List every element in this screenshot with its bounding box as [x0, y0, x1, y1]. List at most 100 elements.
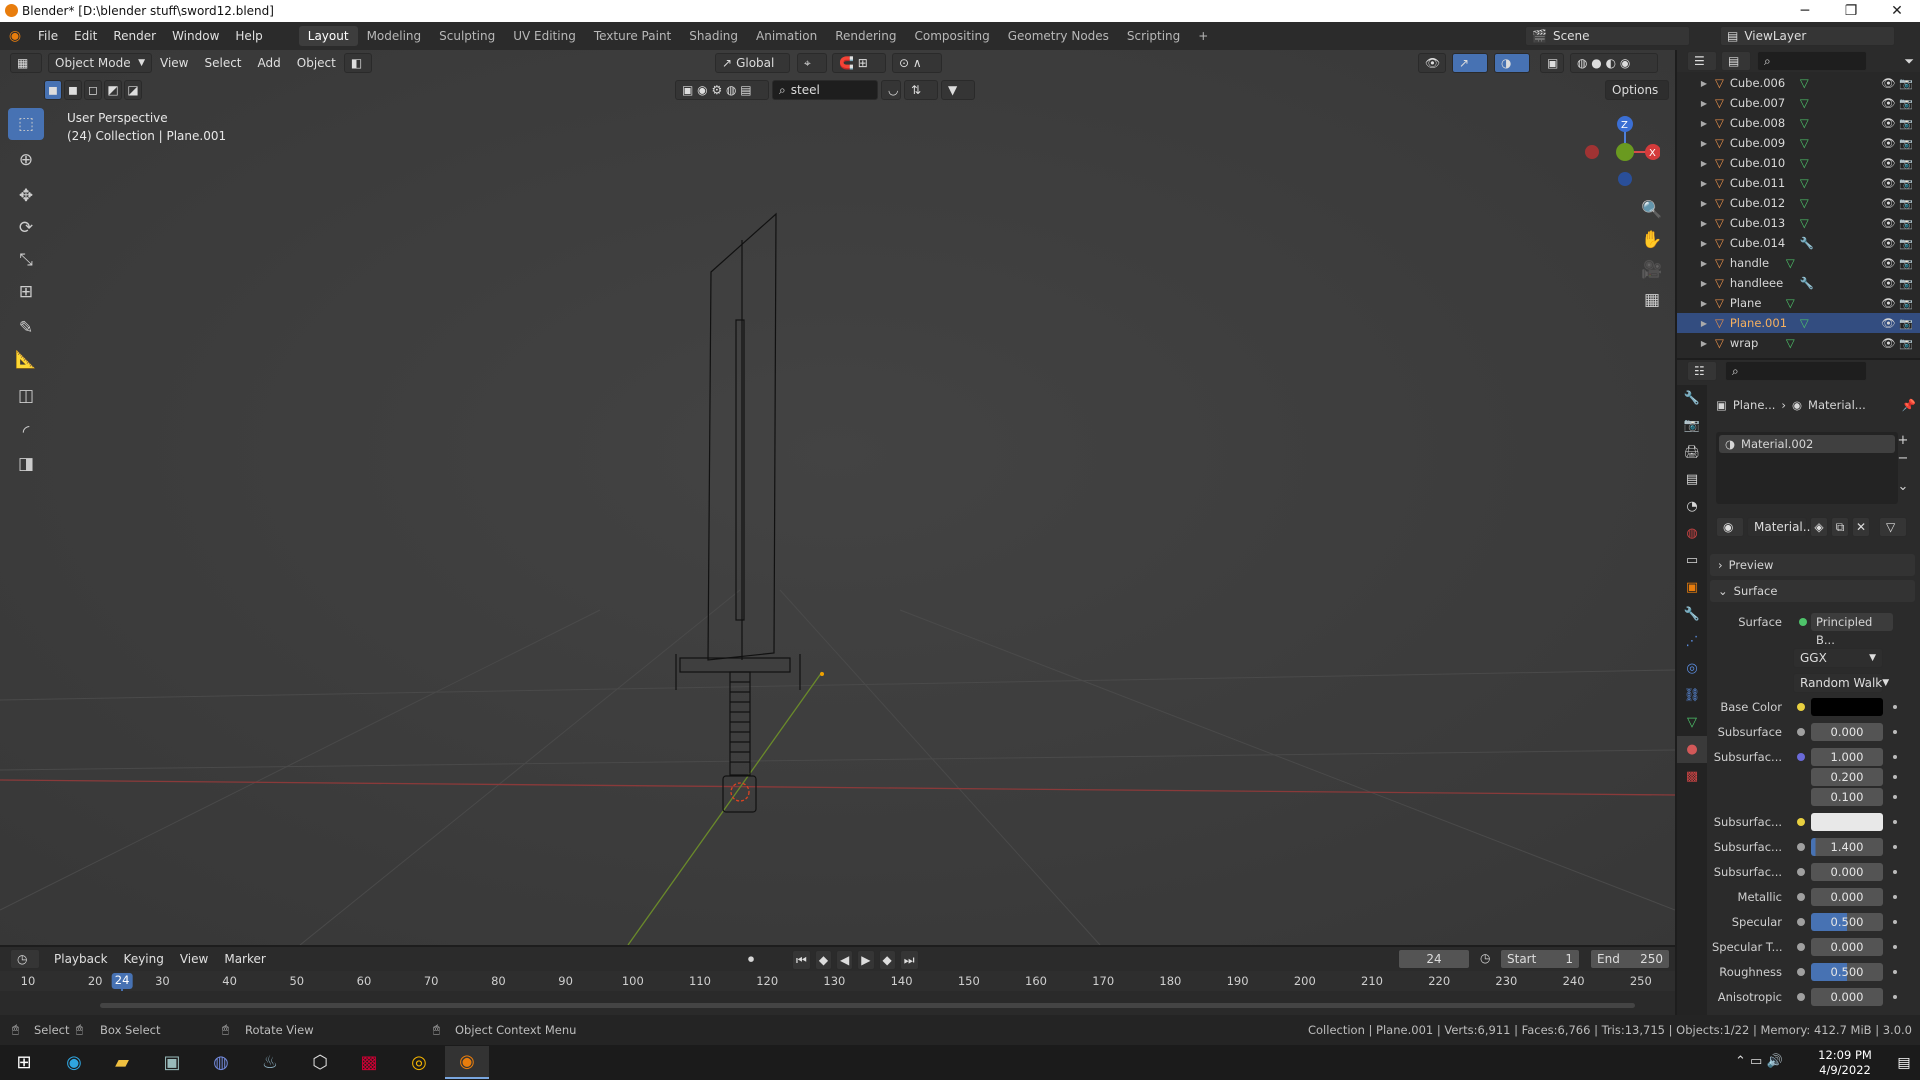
expand-arrow-icon[interactable]: ▶ — [1677, 259, 1707, 268]
expand-arrow-icon[interactable]: ▶ — [1677, 319, 1707, 328]
tool-extra-2-icon[interactable]: ◨ — [8, 448, 44, 480]
mesh-data-icon[interactable]: ▽ — [1800, 216, 1809, 230]
distribution-dropdown[interactable]: GGX ▼ — [1793, 648, 1883, 668]
pan-hand-icon[interactable]: ✋ — [1637, 225, 1667, 255]
unity-icon[interactable]: ⬡ — [298, 1046, 342, 1079]
render-camera-icon[interactable]: 📷 — [1899, 117, 1913, 130]
app-icon-4[interactable]: ▣ — [150, 1046, 194, 1079]
keyframe-dot-icon[interactable] — [1893, 795, 1897, 799]
subsurface-method-dropdown[interactable]: Random Walk ▼ — [1793, 673, 1889, 693]
view-layer-tab-icon[interactable]: ▤ — [1677, 466, 1707, 493]
intersect-selection-icon[interactable]: ◪ — [124, 80, 142, 100]
expand-arrow-icon[interactable]: ▶ — [1677, 179, 1707, 188]
expand-arrow-icon[interactable]: ▶ — [1677, 79, 1707, 88]
keyframe-dot-icon[interactable] — [1893, 820, 1897, 824]
collection-tab-icon[interactable]: ▭ — [1677, 547, 1707, 574]
material-slot-list[interactable]: ◑ Material.002 — [1716, 432, 1898, 504]
tray-icons[interactable]: ⌃ ▭ 🔊 — [1735, 1054, 1783, 1069]
value-field[interactable]: 0.000 — [1811, 988, 1883, 1006]
socket-icon[interactable] — [1797, 843, 1805, 851]
render-camera-icon[interactable]: 📷 — [1899, 77, 1913, 90]
outliner-item[interactable]: ▶ ▽ Cube.012 ▽ 👁 📷 — [1677, 193, 1920, 213]
modifier-icon[interactable]: 🔧 — [1800, 236, 1814, 250]
playhead[interactable]: 24 — [111, 973, 133, 989]
scale-tool-icon[interactable]: ⤡ — [8, 244, 44, 276]
visibility-eye-icon[interactable]: 👁 — [1881, 256, 1896, 270]
render-camera-icon[interactable]: 📷 — [1899, 157, 1913, 170]
select-mode-button[interactable]: ◧ — [343, 53, 372, 73]
outliner-item[interactable]: ▶ ▽ Cube.006 ▽ 👁 📷 — [1677, 73, 1920, 93]
tab-compositing[interactable]: Compositing — [905, 26, 998, 46]
editor-type-button[interactable]: ▦ — [10, 53, 42, 73]
preview-range-icon[interactable]: ◷ — [1480, 951, 1490, 965]
record-icon[interactable]: ⏺ — [748, 952, 754, 967]
value-field[interactable]: 0.000 — [1811, 723, 1883, 741]
material-search-input[interactable]: ⌕ steel — [772, 80, 878, 100]
visibility-eye-icon[interactable]: 👁 — [1881, 336, 1896, 350]
render-camera-icon[interactable]: 📷 — [1899, 197, 1913, 210]
timeline-editor-icon[interactable]: ◷ — [10, 949, 40, 969]
scene-selector[interactable]: 🎬 Scene — [1525, 26, 1690, 46]
current-frame-field[interactable]: 24 — [1398, 949, 1470, 969]
snap-toggle[interactable]: 🧲 ⊞ — [832, 53, 886, 73]
edge-icon[interactable]: ◉ — [52, 1046, 96, 1079]
timeline-track[interactable] — [0, 991, 1675, 1015]
visibility-eye-icon[interactable]: 👁 — [1881, 276, 1896, 290]
timeline-scrollbar[interactable] — [100, 1003, 1635, 1008]
keyframe-dot-icon[interactable] — [1893, 775, 1897, 779]
tool-extra-1-icon[interactable]: ◜ — [8, 416, 44, 448]
outliner-item[interactable]: ▶ ▽ Cube.009 ▽ 👁 📷 — [1677, 133, 1920, 153]
expand-arrow-icon[interactable]: ▶ — [1677, 219, 1707, 228]
link-type-dropdown[interactable]: ▽ — [1879, 517, 1907, 537]
render-camera-icon[interactable]: 📷 — [1899, 297, 1913, 310]
gizmo-toggle[interactable]: ↗ — [1452, 53, 1488, 73]
cursor-tool-icon[interactable]: ⊕ — [8, 144, 44, 176]
invert-selection-icon[interactable]: ◩ — [104, 80, 122, 100]
socket-icon[interactable] — [1797, 753, 1805, 761]
play-icon[interactable]: ▶ — [857, 950, 875, 970]
texture-tab-icon[interactable]: ▩ — [1677, 763, 1707, 790]
render-camera-icon[interactable]: 📷 — [1899, 137, 1913, 150]
output-tab-icon[interactable]: 🖨 — [1677, 439, 1707, 466]
viewlayer-selector[interactable]: ▤ ViewLayer — [1720, 26, 1895, 46]
render-camera-icon[interactable]: 📷 — [1899, 277, 1913, 290]
expand-arrow-icon[interactable]: ▶ — [1677, 299, 1707, 308]
timeline-menu-playback[interactable]: Playback — [46, 952, 116, 966]
viewport-menu-select[interactable]: Select — [196, 56, 249, 70]
shading-modes[interactable]: ◍ ● ◐ ◉ — [1570, 53, 1658, 73]
world-tab-icon[interactable]: ◍ — [1677, 520, 1707, 547]
mesh-data-icon[interactable]: ▽ — [1786, 336, 1795, 350]
tab-layout[interactable]: Layout — [298, 26, 358, 46]
render-camera-icon[interactable]: 📷 — [1899, 237, 1913, 250]
play-reverse-icon[interactable]: ◀ — [836, 950, 854, 970]
visibility-eye-icon[interactable]: 👁 — [1881, 76, 1896, 90]
overlay-toggle[interactable]: ◑ — [1494, 53, 1530, 73]
expand-arrow-icon[interactable]: ▶ — [1677, 339, 1707, 348]
annotate-tool-icon[interactable]: ✎ — [8, 312, 44, 344]
expand-arrow-icon[interactable]: ▶ — [1677, 119, 1707, 128]
material-tab-icon[interactable]: ● — [1677, 736, 1707, 763]
navigation-gizmo[interactable]: Z X — [1570, 112, 1661, 202]
3d-viewport[interactable]: ⬚ ⊕ ✥ ⟳ ⤡ ⊞ ✎ 📐 ◫ ◜ ◨ User Perspective (… — [0, 50, 1675, 945]
expand-arrow-icon[interactable]: ▶ — [1677, 99, 1707, 108]
keyframe-dot-icon[interactable] — [1893, 945, 1897, 949]
outliner-item[interactable]: ▶ ▽ Plane.001 ▽ 👁 📷 — [1677, 313, 1920, 333]
properties-search-input[interactable]: ⌕ — [1725, 361, 1867, 381]
camera-view-icon[interactable]: 🎥 — [1637, 255, 1667, 285]
value-field[interactable]: 1.000 — [1811, 748, 1883, 766]
visibility-eye-icon[interactable]: 👁 — [1881, 116, 1896, 130]
tab-geometry-nodes[interactable]: Geometry Nodes — [999, 26, 1118, 46]
outliner-item[interactable]: ▶ ▽ handleee 🔧 👁 📷 — [1677, 273, 1920, 293]
visibility-eye-icon[interactable]: 👁 — [1881, 216, 1896, 230]
expand-arrow-icon[interactable]: ▶ — [1677, 199, 1707, 208]
render-camera-icon[interactable]: 📷 — [1899, 317, 1913, 330]
end-frame-field[interactable]: End 250 — [1590, 949, 1670, 969]
outliner-item[interactable]: ▶ ▽ handle ▽ 👁 📷 — [1677, 253, 1920, 273]
render-camera-icon[interactable]: 📷 — [1899, 257, 1913, 270]
value-field[interactable]: 0.500 — [1811, 963, 1883, 981]
object-tab-icon[interactable]: ▣ — [1677, 574, 1707, 601]
value-field[interactable]: 0.100 — [1811, 788, 1883, 806]
value-field[interactable]: 0.000 — [1811, 938, 1883, 956]
material-slot-row[interactable]: ◑ Material.002 — [1719, 435, 1895, 453]
minimize-icon[interactable]: ─ — [1782, 0, 1828, 22]
